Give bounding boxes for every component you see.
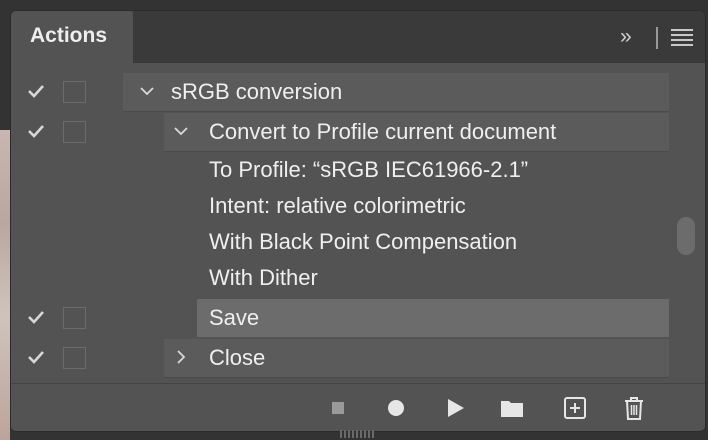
record-icon[interactable] — [382, 394, 410, 422]
dialog-toggle-box[interactable] — [63, 81, 86, 103]
folder-icon[interactable] — [498, 394, 526, 422]
command-label: Save — [209, 305, 260, 330]
tab-bar-divider — [656, 27, 658, 49]
collapse-panel-icon[interactable]: » — [620, 25, 632, 49]
tab-actions-label: Actions — [30, 24, 108, 47]
panel-tab-bar: Actions » — [11, 11, 705, 65]
actions-panel: Actions » sRGB conversion Convert to Pro… — [10, 10, 706, 432]
tab-actions[interactable]: Actions — [11, 11, 133, 65]
dialog-toggle-box[interactable] — [63, 121, 86, 143]
list-item-parameter: Intent: relative colorimetric — [11, 187, 705, 225]
panel-resize-grip[interactable] — [340, 430, 376, 438]
parameter-label: To Profile: “sRGB IEC61966-2.1” — [209, 157, 529, 182]
trash-icon[interactable] — [620, 394, 648, 422]
checkmark-icon[interactable] — [26, 121, 46, 141]
list-item-close[interactable]: Close — [11, 339, 705, 378]
parameter-label: With Dither — [209, 265, 318, 290]
checkmark-icon[interactable] — [26, 81, 46, 101]
list-item-save[interactable]: Save — [11, 299, 705, 337]
play-icon[interactable] — [441, 394, 469, 422]
dialog-toggle-box[interactable] — [63, 347, 86, 369]
checkmark-icon[interactable] — [26, 307, 46, 327]
chevron-down-icon[interactable] — [173, 123, 189, 139]
new-action-icon[interactable] — [561, 394, 589, 422]
parameter-label: Intent: relative colorimetric — [209, 193, 466, 218]
action-set-label: sRGB conversion — [171, 79, 343, 104]
dialog-toggle-box[interactable] — [63, 307, 86, 329]
chevron-down-icon[interactable] — [139, 83, 155, 99]
list-item-parameter: With Black Point Compensation — [11, 223, 705, 261]
document-canvas-edge — [0, 130, 10, 440]
chevron-right-icon[interactable] — [173, 349, 189, 365]
panel-toolbar — [11, 383, 705, 431]
command-label: Close — [209, 345, 266, 370]
command-label: Convert to Profile current document — [209, 119, 557, 144]
parameter-label: With Black Point Compensation — [209, 229, 518, 254]
checkmark-icon[interactable] — [26, 347, 46, 367]
list-item-command[interactable]: Convert to Profile current document — [11, 113, 705, 152]
scrollbar-thumb[interactable] — [677, 217, 695, 255]
actions-list: sRGB conversion Convert to Profile curre… — [11, 63, 705, 385]
stop-icon[interactable] — [324, 394, 352, 422]
list-item-action-set[interactable]: sRGB conversion — [11, 73, 705, 112]
list-item-parameter: With Dither — [11, 259, 705, 297]
list-item-parameter: To Profile: “sRGB IEC61966-2.1” — [11, 151, 705, 189]
hamburger-menu-icon[interactable] — [671, 29, 693, 46]
row-selected-highlight — [197, 299, 669, 337]
